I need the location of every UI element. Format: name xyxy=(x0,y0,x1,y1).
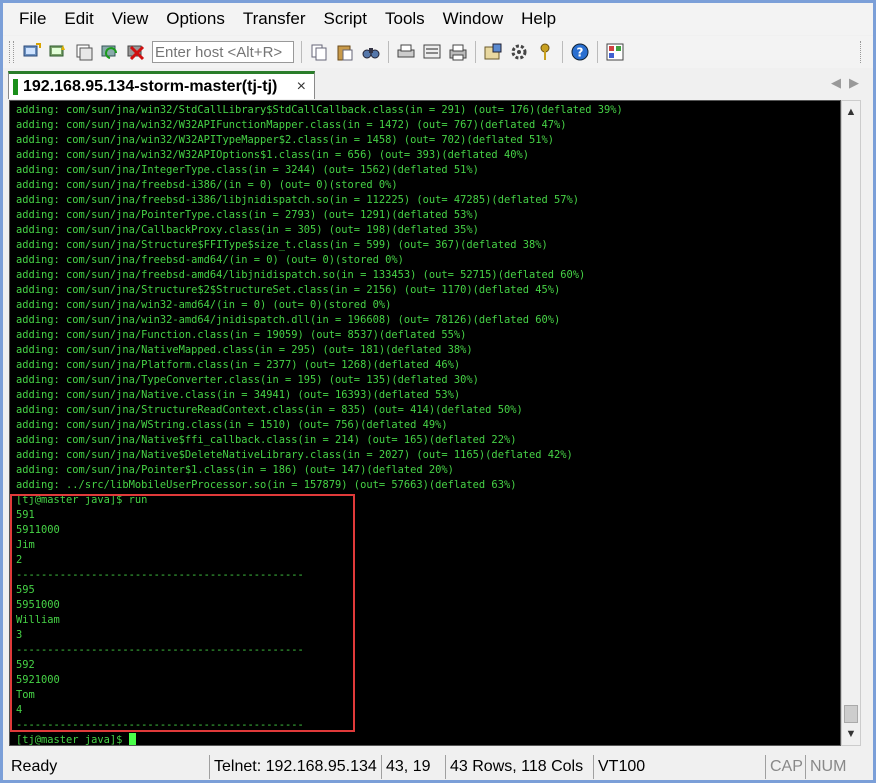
find-icon[interactable] xyxy=(360,41,382,63)
terminal-line: adding: com/sun/jna/freebsd-i386/(in = 0… xyxy=(16,179,398,191)
session-tab[interactable]: 192.168.95.134-storm-master(tj-tj) × xyxy=(8,71,315,99)
toolbar-separator xyxy=(475,41,476,63)
toolbar-separator xyxy=(301,41,302,63)
reconnect-icon[interactable] xyxy=(99,41,121,63)
printer-icon[interactable] xyxy=(447,41,469,63)
terminal-line: adding: com/sun/jna/freebsd-amd64/(in = … xyxy=(16,254,404,266)
app-window: File Edit View Options Transfer Script T… xyxy=(3,3,873,780)
quick-connect-icon[interactable] xyxy=(47,41,69,63)
menu-bar: File Edit View Options Transfer Script T… xyxy=(3,3,873,35)
toolbar-overflow[interactable] xyxy=(860,41,867,63)
menu-script[interactable]: Script xyxy=(318,3,373,35)
toolbar: ? xyxy=(3,36,873,68)
red-highlight-box xyxy=(10,494,355,732)
menu-view[interactable]: View xyxy=(106,3,155,35)
menu-tools[interactable]: Tools xyxy=(379,3,431,35)
connected-status-icon xyxy=(13,78,18,95)
svg-text:?: ? xyxy=(577,46,584,60)
status-ready: Ready xyxy=(11,757,58,775)
scroll-up-icon[interactable]: ▲ xyxy=(842,103,860,121)
host-input[interactable] xyxy=(152,41,294,63)
terminal-line: adding: com/sun/jna/WString.class(in = 1… xyxy=(16,419,448,431)
session-options-icon[interactable] xyxy=(482,41,504,63)
terminal-line: adding: com/sun/jna/CallbackProxy.class(… xyxy=(16,224,479,236)
terminal-output[interactable]: adding: com/sun/jna/win32/StdCallLibrary… xyxy=(9,100,841,746)
sessions-icon[interactable] xyxy=(604,41,626,63)
connect-tab-icon[interactable] xyxy=(73,41,95,63)
terminal-line: adding: com/sun/jna/freebsd-amd64/libjni… xyxy=(16,269,586,281)
menu-file[interactable]: File xyxy=(13,3,52,35)
toolbar-separator xyxy=(562,41,563,63)
terminal-line: adding: com/sun/jna/IntegerType.class(in… xyxy=(16,164,479,176)
help-icon[interactable]: ? xyxy=(569,41,591,63)
tab-bar: 192.168.95.134-storm-master(tj-tj) × ◀▶ xyxy=(3,69,873,99)
status-cursor-position: 43, 19 xyxy=(381,754,445,779)
terminal-line: adding: com/sun/jna/Structure$2$Structur… xyxy=(16,284,561,296)
terminal-cursor xyxy=(128,733,136,745)
toolbar-separator xyxy=(597,41,598,63)
terminal-line: adding: com/sun/jna/StructureReadContext… xyxy=(16,404,523,416)
global-options-icon[interactable] xyxy=(508,41,530,63)
scroll-down-icon[interactable]: ▼ xyxy=(842,725,860,743)
vertical-scrollbar[interactable]: ▲ ▼ xyxy=(841,100,861,746)
print-selection-icon[interactable] xyxy=(421,41,443,63)
terminal-prompt-line[interactable]: [tj@master java]$ xyxy=(16,733,623,746)
terminal-line: adding: com/sun/jna/win32-amd64/jnidispa… xyxy=(16,314,561,326)
tab-scroll-arrows-icon[interactable]: ◀▶ xyxy=(831,75,867,91)
key-icon[interactable] xyxy=(534,41,556,63)
terminal-line: adding: com/sun/jna/Structure$FFIType$si… xyxy=(16,239,548,251)
status-emulation: VT100 xyxy=(593,754,765,779)
paste-icon[interactable] xyxy=(334,41,356,63)
status-bar: Ready Telnet: 192.168.95.134 43, 19 43 R… xyxy=(3,753,873,780)
terminal-prompt: [tj@master java]$ xyxy=(16,734,129,746)
print-icon[interactable] xyxy=(395,41,417,63)
terminal-line: adding: com/sun/jna/win32/W32APIOptions$… xyxy=(16,149,529,161)
connect-icon[interactable] xyxy=(21,41,43,63)
session-tab-label: 192.168.95.134-storm-master(tj-tj) xyxy=(23,77,278,95)
status-caps-lock: CAP xyxy=(765,754,805,779)
copy-icon[interactable] xyxy=(308,41,330,63)
status-terminal-size: 43 Rows, 118 Cols xyxy=(445,754,593,779)
status-connection: Telnet: 192.168.95.134 xyxy=(209,754,381,779)
menu-options[interactable]: Options xyxy=(160,3,231,35)
terminal-line: adding: com/sun/jna/Native$ffi_callback.… xyxy=(16,434,517,446)
menu-edit[interactable]: Edit xyxy=(58,3,99,35)
disconnect-icon[interactable] xyxy=(125,41,147,63)
terminal-line: adding: com/sun/jna/freebsd-i386/libjnid… xyxy=(16,194,580,206)
toolbar-grip[interactable] xyxy=(9,41,14,63)
terminal-line: adding: com/sun/jna/Platform.class(in = … xyxy=(16,359,461,371)
menu-help[interactable]: Help xyxy=(515,3,562,35)
terminal-line: adding: com/sun/jna/NativeMapped.class(i… xyxy=(16,344,473,356)
terminal-line: adding: com/sun/jna/Native$DeleteNativeL… xyxy=(16,449,573,461)
scrollbar-thumb[interactable] xyxy=(844,705,858,723)
terminal-line: adding: com/sun/jna/Pointer$1.class(in =… xyxy=(16,464,454,476)
menu-transfer[interactable]: Transfer xyxy=(237,3,312,35)
terminal-line: adding: com/sun/jna/win32/StdCallLibrary… xyxy=(16,104,623,116)
terminal-line: adding: com/sun/jna/TypeConverter.class(… xyxy=(16,374,479,386)
status-num-lock: NUM xyxy=(805,754,849,779)
terminal-line: adding: com/sun/jna/win32-amd64/(in = 0)… xyxy=(16,299,392,311)
terminal-line: adding: com/sun/jna/PointerType.class(in… xyxy=(16,209,479,221)
terminal-line: adding: com/sun/jna/win32/W32APITypeMapp… xyxy=(16,134,554,146)
close-icon[interactable]: × xyxy=(297,78,306,96)
menu-window[interactable]: Window xyxy=(437,3,509,35)
terminal-line: adding: ../src/libMobileUserProcessor.so… xyxy=(16,479,517,491)
terminal-line: adding: com/sun/jna/Function.class(in = … xyxy=(16,329,467,341)
toolbar-separator xyxy=(388,41,389,63)
terminal-line: adding: com/sun/jna/win32/W32APIFunction… xyxy=(16,119,567,131)
terminal-line: adding: com/sun/jna/Native.class(in = 34… xyxy=(16,389,461,401)
